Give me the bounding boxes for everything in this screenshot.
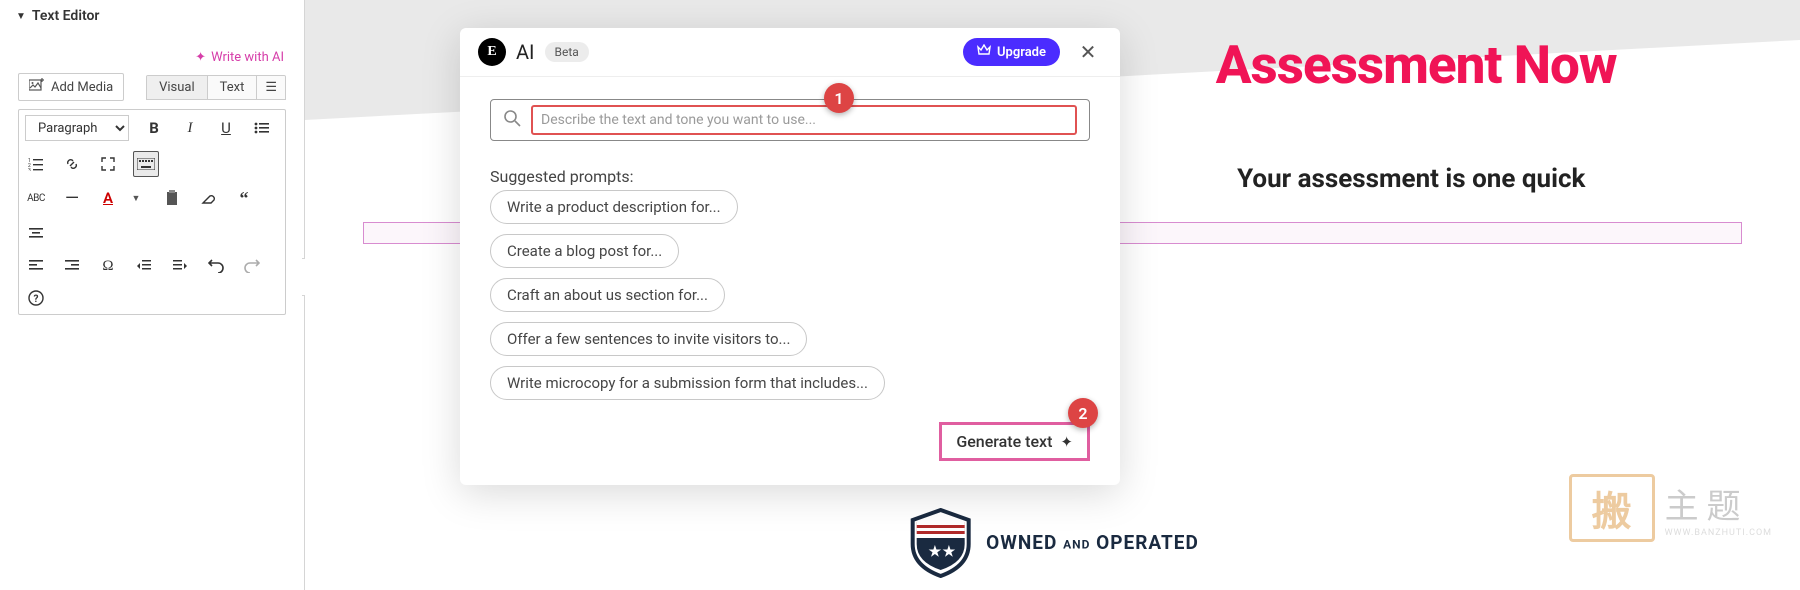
redo-button[interactable] bbox=[241, 255, 263, 277]
italic-button[interactable]: I bbox=[179, 117, 201, 139]
close-button[interactable]: ✕ bbox=[1074, 38, 1102, 66]
sparkle-icon: ✦ bbox=[1060, 433, 1073, 451]
editor-content-area[interactable] bbox=[18, 329, 286, 529]
editor-tabs: Visual Text ☰ bbox=[146, 75, 286, 100]
blockquote-button[interactable]: “ bbox=[233, 187, 255, 209]
strikethrough-button[interactable]: ABC bbox=[25, 187, 47, 209]
callout-badge-1: 1 bbox=[824, 83, 854, 113]
upgrade-label: Upgrade bbox=[997, 45, 1046, 60]
ai-title: AI bbox=[516, 40, 535, 64]
search-icon bbox=[503, 109, 521, 132]
prompt-box bbox=[490, 99, 1090, 141]
help-button[interactable]: ? bbox=[25, 287, 47, 309]
clear-format-button[interactable] bbox=[197, 187, 219, 209]
prompt-chip[interactable]: Offer a few sentences to invite visitors… bbox=[490, 322, 807, 356]
prompt-chip[interactable]: Write a product description for... bbox=[490, 190, 738, 224]
panel-title: Text Editor bbox=[32, 8, 100, 24]
svg-text:★: ★ bbox=[928, 544, 941, 560]
beta-badge: Beta bbox=[545, 42, 589, 62]
shield-icon: ★ ★ bbox=[906, 508, 974, 578]
outdent-button[interactable] bbox=[133, 255, 155, 277]
add-media-button[interactable]: Add Media bbox=[18, 73, 124, 101]
text-color-button[interactable]: A bbox=[97, 187, 119, 209]
suggested-chips: Write a product description for... Creat… bbox=[490, 190, 1090, 400]
format-toolbar: Paragraph B I U 123 ABC — bbox=[18, 109, 286, 315]
fullscreen-button[interactable] bbox=[97, 153, 119, 175]
align-right-button[interactable] bbox=[61, 255, 83, 277]
suggested-prompts-label: Suggested prompts: bbox=[490, 167, 1090, 186]
svg-text:?: ? bbox=[34, 294, 39, 305]
prompt-input-highlight bbox=[531, 105, 1077, 135]
bullet-list-button[interactable] bbox=[251, 117, 273, 139]
hamburger-icon: ☰ bbox=[265, 80, 277, 95]
link-button[interactable] bbox=[61, 153, 83, 175]
tab-menu[interactable]: ☰ bbox=[256, 76, 285, 99]
prompt-input[interactable] bbox=[541, 112, 1067, 128]
watermark: 搬 主题 WWW.BANZHUTI.COM bbox=[1569, 474, 1772, 542]
align-center-button[interactable] bbox=[25, 223, 47, 245]
svg-text:★: ★ bbox=[942, 544, 955, 560]
keyboard-button[interactable] bbox=[133, 151, 159, 177]
align-left-button[interactable] bbox=[25, 255, 47, 277]
underline-button[interactable]: U bbox=[215, 117, 237, 139]
paragraph-select[interactable]: Paragraph bbox=[25, 115, 129, 141]
tab-visual[interactable]: Visual bbox=[147, 76, 207, 99]
undo-button[interactable] bbox=[205, 255, 227, 277]
write-with-ai-label: Write with AI bbox=[211, 50, 284, 65]
paste-button[interactable] bbox=[161, 187, 183, 209]
prompt-chip[interactable]: Write microcopy for a submission form th… bbox=[490, 366, 885, 400]
owned-text: OWNED AND OPERATED bbox=[986, 531, 1199, 555]
ai-modal: E AI Beta Upgrade ✕ 1 Suggested prompts:… bbox=[460, 28, 1120, 485]
bold-button[interactable]: B bbox=[143, 117, 165, 139]
add-media-label: Add Media bbox=[51, 80, 113, 95]
callout-badge-2: 2 bbox=[1068, 398, 1098, 428]
watermark-text: 主题 bbox=[1665, 479, 1772, 528]
prompt-chip[interactable]: Create a blog post for... bbox=[490, 234, 679, 268]
numbered-list-button[interactable]: 123 bbox=[25, 153, 47, 175]
modal-header: E AI Beta Upgrade ✕ bbox=[460, 28, 1120, 77]
caret-down-icon: ▼ bbox=[16, 11, 26, 22]
media-icon bbox=[29, 78, 45, 96]
owned-operated-badge: ★ ★ OWNED AND OPERATED bbox=[906, 508, 1199, 578]
generate-label: Generate text bbox=[956, 432, 1052, 451]
watermark-stamp: 搬 bbox=[1569, 474, 1655, 542]
upgrade-button[interactable]: Upgrade bbox=[963, 38, 1060, 66]
prompt-chip[interactable]: Craft an about us section for... bbox=[490, 278, 725, 312]
special-char-button[interactable]: Ω bbox=[97, 255, 119, 277]
sparkle-icon: ✦ bbox=[195, 50, 206, 65]
editor-sidebar: ▼ Text Editor ✦ Write with AI Add Media … bbox=[0, 0, 305, 590]
hr-button[interactable]: — bbox=[61, 187, 83, 209]
watermark-sub: WWW.BANZHUTI.COM bbox=[1665, 528, 1772, 538]
elementor-logo-icon: E bbox=[478, 38, 506, 66]
generate-text-button[interactable]: Generate text ✦ bbox=[939, 422, 1090, 461]
indent-button[interactable] bbox=[169, 255, 191, 277]
svg-text:3: 3 bbox=[28, 168, 31, 171]
tab-text[interactable]: Text bbox=[207, 76, 257, 99]
text-color-dropdown[interactable]: ▼ bbox=[125, 187, 147, 209]
crown-icon bbox=[977, 44, 991, 60]
write-with-ai-link[interactable]: ✦ Write with AI bbox=[195, 50, 284, 65]
panel-header[interactable]: ▼ Text Editor bbox=[0, 0, 304, 32]
close-icon: ✕ bbox=[1080, 40, 1097, 64]
